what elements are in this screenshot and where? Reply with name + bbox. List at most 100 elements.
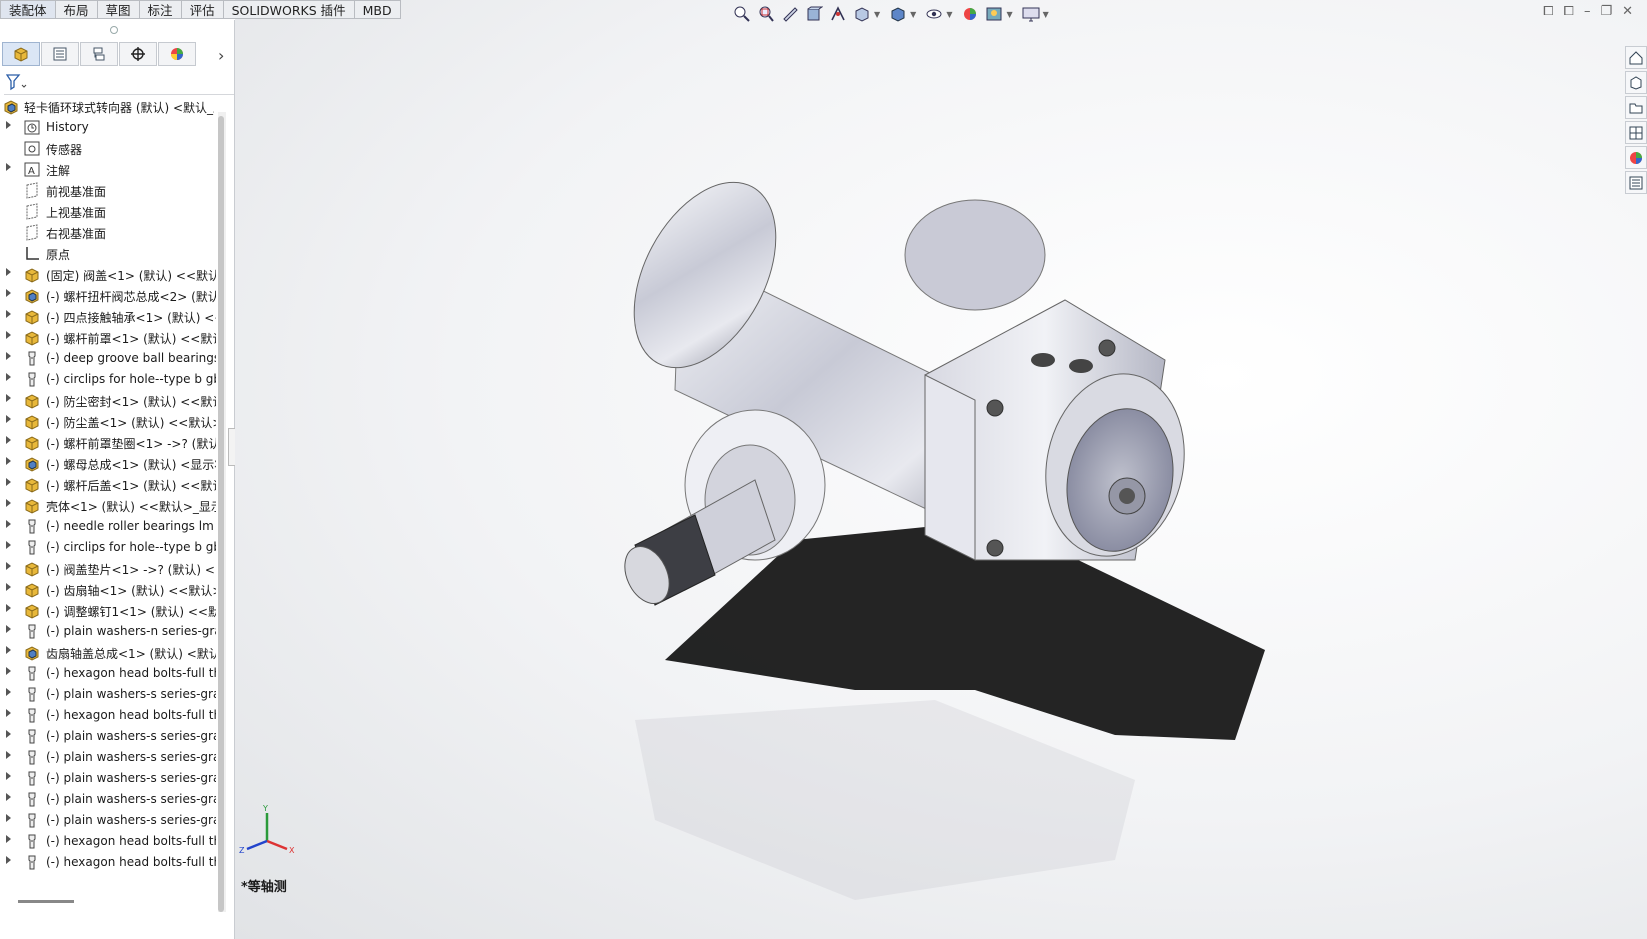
expand-arrow-icon[interactable]	[6, 814, 11, 822]
tree-root[interactable]: 轻卡循环球式转向器 (默认) <默认_显	[0, 96, 220, 117]
tree-item[interactable]: (-) plain washers-s series-grac	[0, 789, 220, 810]
graphics-viewport[interactable]: ▼ ▼ ▼ ▼ ▼ ⧠ ⧠ – ❐ ✕ Y X Z *等轴测	[235, 0, 1647, 939]
annotation-icon: A	[24, 162, 40, 177]
task-pane-appearances[interactable]	[1625, 146, 1647, 169]
part-icon	[25, 436, 39, 451]
expand-arrow-icon[interactable]	[6, 562, 11, 570]
command-tab[interactable]: SOLIDWORKS 插件	[223, 0, 355, 19]
tree-horizontal-scrollbar[interactable]	[18, 900, 74, 903]
tree-item[interactable]: (-) 螺杆后盖<1> (默认) <<默认	[0, 474, 220, 495]
expand-arrow-icon[interactable]	[6, 352, 11, 360]
expand-arrow-icon[interactable]	[6, 667, 11, 675]
tree-item[interactable]: (-) 齿扇轴<1> (默认) <<默认>_	[0, 579, 220, 600]
task-pane-home[interactable]	[1625, 46, 1647, 69]
command-tab[interactable]: MBD	[354, 0, 401, 19]
expand-arrow-icon[interactable]	[6, 436, 11, 444]
tree-item[interactable]: (-) 螺杆前罩垫圈<1> ->? (默认)	[0, 432, 220, 453]
tree-item[interactable]: (-) 螺母总成<1> (默认) <显示状	[0, 453, 220, 474]
expand-arrow-icon[interactable]	[6, 310, 11, 318]
tree-item[interactable]: (-) deep groove ball bearings	[0, 348, 220, 369]
tab-configuration-manager[interactable]	[80, 42, 118, 66]
expand-arrow-icon[interactable]	[6, 835, 11, 843]
expand-arrow-icon[interactable]	[6, 499, 11, 507]
tree-item[interactable]: (-) plain washers-s series-grac	[0, 810, 220, 831]
expand-arrow-icon[interactable]	[6, 121, 11, 129]
expand-arrow-icon[interactable]	[6, 415, 11, 423]
tree-item-icon	[23, 350, 41, 367]
filter-bar[interactable]	[4, 72, 234, 95]
tree-item[interactable]: (-) needle roller bearings lm s	[0, 516, 220, 537]
tree-item[interactable]: 右视基准面	[0, 222, 220, 243]
expand-arrow-icon[interactable]	[6, 583, 11, 591]
tree-item[interactable]: (-) hexagon head bolts-full thr	[0, 831, 220, 852]
tab-dimxpert[interactable]	[119, 42, 157, 66]
expand-arrow-icon[interactable]	[6, 163, 11, 171]
expand-arrow-icon[interactable]	[6, 268, 11, 276]
expand-arrow-icon[interactable]	[6, 289, 11, 297]
expand-arrow-icon[interactable]	[6, 856, 11, 864]
tree-item[interactable]: (-) circlips for hole--type b gb	[0, 369, 220, 390]
tree-item[interactable]: (-) 调整螺钉1<1> (默认) <<默认	[0, 600, 220, 621]
tree-item[interactable]: (-) hexagon head bolts-full thr	[0, 852, 220, 873]
expand-arrow-icon[interactable]	[6, 772, 11, 780]
task-pane-custom-properties[interactable]	[1625, 171, 1647, 194]
tab-property-manager[interactable]	[41, 42, 79, 66]
tab-display-manager[interactable]	[158, 42, 196, 66]
expand-arrow-icon[interactable]	[6, 793, 11, 801]
tree-item[interactable]: (-) plain washers-s series-grac	[0, 726, 220, 747]
tree-item[interactable]: A 注解	[0, 159, 220, 180]
expand-arrow-icon[interactable]	[6, 604, 11, 612]
tree-item[interactable]: 原点	[0, 243, 220, 264]
tree-item[interactable]: (固定) 阀盖<1> (默认) <<默认>	[0, 264, 220, 285]
expand-arrow-icon[interactable]	[6, 520, 11, 528]
expand-arrow-icon[interactable]	[6, 709, 11, 717]
tree-item[interactable]: (-) 四点接触轴承<1> (默认) <<!	[0, 306, 220, 327]
panel-more-arrow-icon[interactable]: ›	[218, 46, 224, 65]
expand-arrow-icon[interactable]	[6, 730, 11, 738]
tree-item[interactable]: History	[0, 117, 220, 138]
command-manager-tabs: 装配体 布局 草图 标注 评估 SOLIDWORKS 插件 MBD	[0, 0, 401, 20]
expand-arrow-icon[interactable]	[6, 478, 11, 486]
command-tab[interactable]: 标注	[139, 0, 182, 19]
tree-item[interactable]: (-) hexagon head bolts-full thr	[0, 663, 220, 684]
tree-item[interactable]: (-) 螺杆扭杆阀芯总成<2> (默认)	[0, 285, 220, 306]
panel-grip[interactable]	[110, 26, 118, 34]
tree-scrollbar-thumb[interactable]	[218, 116, 224, 912]
command-tab[interactable]: 评估	[181, 0, 224, 19]
expand-arrow-icon[interactable]	[6, 751, 11, 759]
expand-arrow-icon[interactable]	[6, 331, 11, 339]
tree-item[interactable]: (-) circlips for hole--type b gb	[0, 537, 220, 558]
tree-item[interactable]: (-) hexagon head bolts-full thr	[0, 705, 220, 726]
subassembly-icon	[25, 646, 39, 661]
expand-arrow-icon[interactable]	[6, 457, 11, 465]
tree-item[interactable]: 壳体<1> (默认) <<默认>_显示状	[0, 495, 220, 516]
tree-item[interactable]: (-) 螺杆前罩<1> (默认) <<默认	[0, 327, 220, 348]
steering-gear-model[interactable]	[235, 0, 1647, 939]
tree-item[interactable]: (-) 防尘密封<1> (默认) <<默认	[0, 390, 220, 411]
expand-arrow-icon[interactable]	[6, 541, 11, 549]
task-pane-view-palette[interactable]	[1625, 121, 1647, 144]
expand-arrow-icon[interactable]	[6, 625, 11, 633]
tree-item[interactable]: 上视基准面	[0, 201, 220, 222]
tree-item[interactable]: 前视基准面	[0, 180, 220, 201]
command-tab[interactable]: 装配体	[0, 0, 56, 19]
tree-item[interactable]: (-) plain washers-n series-grac	[0, 621, 220, 642]
tree-item[interactable]: (-) plain washers-s series-grac	[0, 747, 220, 768]
tree-item-icon	[23, 329, 41, 346]
task-pane-file-explorer[interactable]	[1625, 96, 1647, 119]
expand-arrow-icon[interactable]	[6, 394, 11, 402]
tab-feature-manager[interactable]	[2, 42, 40, 66]
tree-item[interactable]: (-) 防尘盖<1> (默认) <<默认>_	[0, 411, 220, 432]
command-tab[interactable]: 草图	[97, 0, 140, 19]
tree-item[interactable]: (-) plain washers-s series-grac	[0, 684, 220, 705]
toolbox-icon	[28, 750, 36, 765]
expand-arrow-icon[interactable]	[6, 646, 11, 654]
tree-item[interactable]: (-) plain washers-s series-grac	[0, 768, 220, 789]
expand-arrow-icon[interactable]	[6, 688, 11, 696]
tree-item[interactable]: 传感器	[0, 138, 220, 159]
task-pane-resources[interactable]	[1625, 71, 1647, 94]
expand-arrow-icon[interactable]	[6, 373, 11, 381]
tree-item[interactable]: 齿扇轴盖总成<1> (默认) <默认_	[0, 642, 220, 663]
tree-item[interactable]: (-) 阀盖垫片<1> ->? (默认) <<!	[0, 558, 220, 579]
command-tab[interactable]: 布局	[55, 0, 98, 19]
